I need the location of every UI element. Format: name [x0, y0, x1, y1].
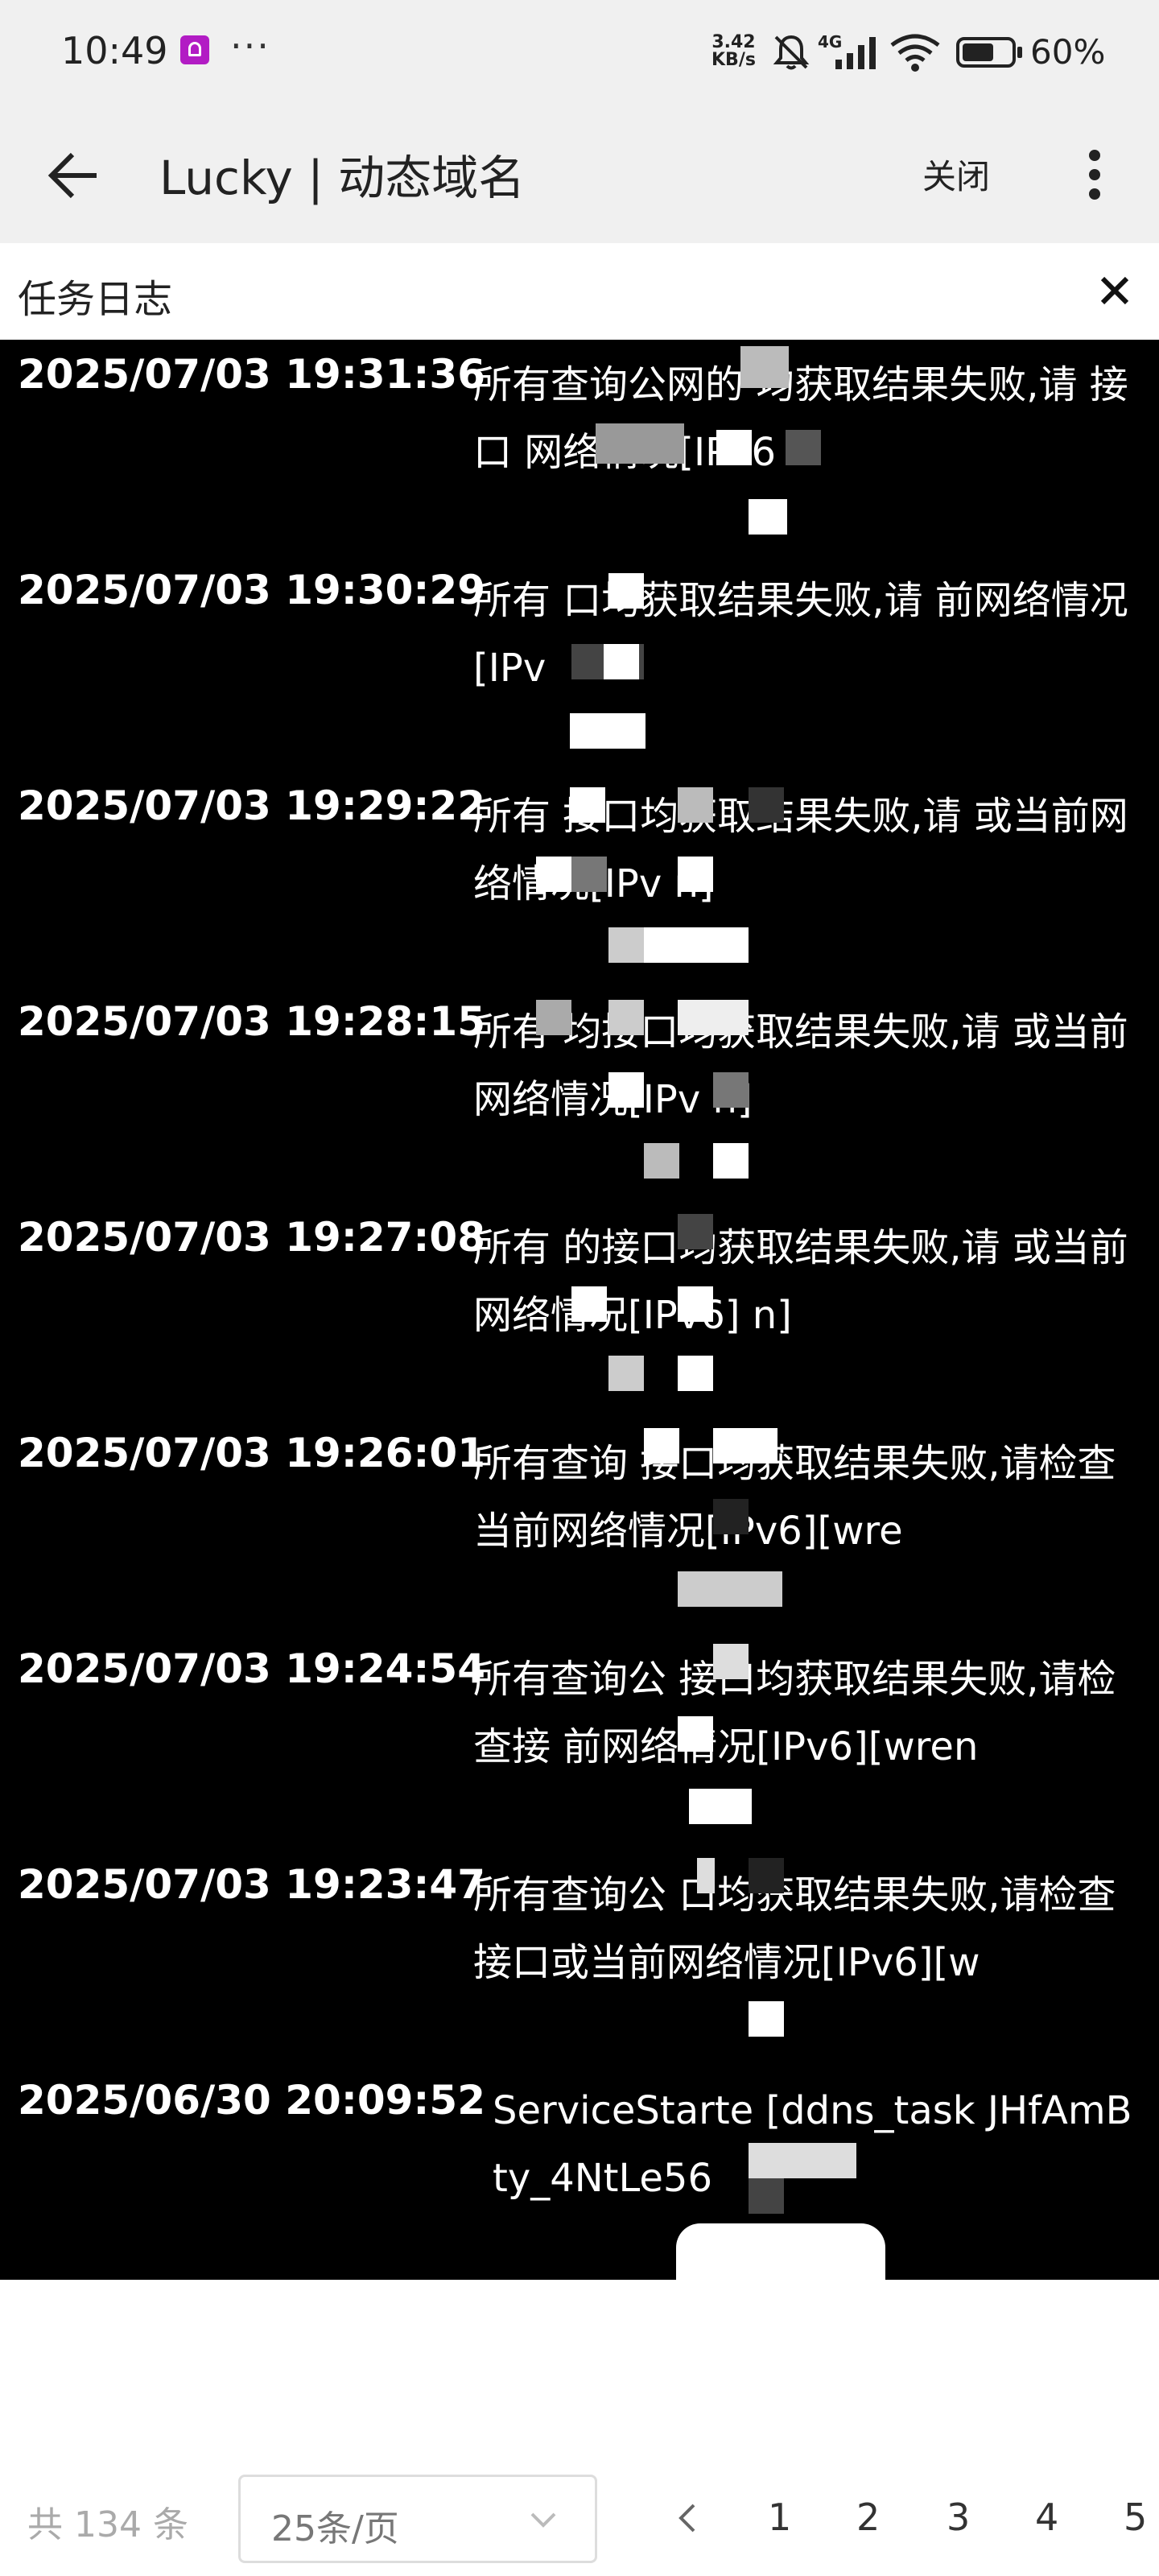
- page-number-4[interactable]: 4: [1035, 2496, 1058, 2539]
- log-entry: 2025/07/03 19:24:54 所有查询公 接口均获取结果失败,请检查接…: [0, 1634, 1159, 1850]
- log-entry: 2025/07/03 19:23:47 所有查询公 口均获取结果失败,请检查接口…: [0, 1850, 1159, 2066]
- log-timestamp: 2025/07/03 19:30:29: [18, 567, 485, 613]
- log-message: ServiceStarte [ddns_task JHfAmBty_4NtLe5…: [493, 2088, 1132, 2201]
- log-timestamp: 2025/07/03 19:28:15: [18, 998, 485, 1045]
- log-entry: 2025/07/03 19:28:15 所有 均接口均获取结果失败,请 或当前网…: [0, 987, 1159, 1203]
- log-message: 所有 均接口均获取结果失败,请 或当前网络情况[IPv n]: [473, 1009, 1128, 1122]
- log-entry: 2025/07/03 19:31:36 所有查询公网的 均获取结果失败,请 接口…: [0, 340, 1159, 555]
- network-speed: 3.42 KB/s: [711, 34, 756, 69]
- back-arrow-icon[interactable]: [45, 145, 106, 206]
- status-bar: 10:49 ··· 3.42 KB/s 4G 60%: [0, 0, 1159, 106]
- prev-page-button[interactable]: [671, 2494, 703, 2542]
- network-speed-value: 3.42: [711, 32, 756, 52]
- log-timestamp: 2025/07/03 19:24:54: [18, 1645, 485, 1692]
- log-timestamp: 2025/07/03 19:27:08: [18, 1214, 485, 1261]
- chevron-down-icon: [530, 2512, 556, 2528]
- log-entry: 2025/06/30 20:09:52 ServiceStarte [ddns_…: [0, 2066, 1159, 2280]
- page-size-select[interactable]: 25条/页: [238, 2475, 597, 2563]
- log-timestamp: 2025/07/03 19:23:47: [18, 1861, 485, 1908]
- log-list[interactable]: 2025/07/03 19:31:36 所有查询公网的 均获取结果失败,请 接口…: [0, 340, 1159, 2280]
- log-message: 所有 的接口均获取结果失败,请 或当前网络情况[IPv6] n]: [473, 1225, 1128, 1338]
- mute-icon: [773, 35, 810, 70]
- log-message: 所有查询公 接口均获取结果失败,请检查接 前网络情况[IPv6][wren: [473, 1657, 1116, 1769]
- signal-icon: [835, 37, 876, 69]
- log-message: 所有查询公 口均获取结果失败,请检查接口或当前网络情况[IPv6][w: [473, 1872, 1116, 1985]
- close-button[interactable]: 关闭: [922, 150, 990, 199]
- page-number-2[interactable]: 2: [856, 2496, 880, 2539]
- page-size-value: 25条/页: [271, 2508, 399, 2549]
- network-speed-unit: KB/s: [711, 50, 756, 70]
- pagination: 共 134 条 25条/页 1 2 3 4 5: [0, 2463, 1159, 2576]
- page-number-5[interactable]: 5: [1124, 2496, 1147, 2539]
- log-panel-header: 任务日志: [0, 243, 1159, 340]
- total-count: 共 134 条: [27, 2504, 188, 2545]
- log-entry: 2025/07/03 19:29:22 所有 接口均获取结果失败,请 或当前网络…: [0, 771, 1159, 987]
- log-panel-title: 任务日志: [18, 277, 173, 322]
- log-timestamp: 2025/07/03 19:29:22: [18, 782, 485, 829]
- log-timestamp: 2025/07/03 19:26:01: [18, 1430, 485, 1476]
- log-entry: 2025/07/03 19:26:01 所有查询 接口均获取结果失败,请检查 当…: [0, 1418, 1159, 1634]
- log-message: 所有查询 接口均获取结果失败,请检查 当前网络情况[IPv6][wre: [473, 1441, 1116, 1554]
- status-time: 10:49: [61, 29, 168, 72]
- log-message: 所有查询公网的 均获取结果失败,请 接口 网络情况[IPv6 n: [473, 362, 1128, 475]
- log-message: 所有 口均获取结果失败,请 前网络情况[IPv: [473, 578, 1128, 691]
- notification-app-icon: [180, 35, 209, 64]
- log-entry: 2025/07/03 19:30:29 所有 口均获取结果失败,请 前网络情况[…: [0, 555, 1159, 771]
- more-vert-icon[interactable]: [1070, 145, 1119, 206]
- page-title: Lucky | 动态域名: [159, 151, 526, 205]
- log-timestamp: 2025/06/30 20:09:52: [18, 2077, 485, 2124]
- battery-icon: [956, 37, 1022, 68]
- status-more: ···: [230, 24, 270, 68]
- log-entry: 2025/07/03 19:27:08 所有 的接口均获取结果失败,请 或当前网…: [0, 1203, 1159, 1418]
- page-number-1[interactable]: 1: [768, 2496, 791, 2539]
- battery-percent: 60%: [1030, 32, 1106, 72]
- close-icon[interactable]: [1093, 269, 1136, 312]
- wifi-icon: [890, 34, 940, 72]
- log-message: 所有 接口均获取结果失败,请 或当前网络情况[IPv n]: [473, 794, 1128, 906]
- app-bar: Lucky | 动态域名 关闭: [0, 106, 1159, 243]
- log-timestamp: 2025/07/03 19:31:36: [18, 351, 485, 398]
- page-number-3[interactable]: 3: [947, 2496, 970, 2539]
